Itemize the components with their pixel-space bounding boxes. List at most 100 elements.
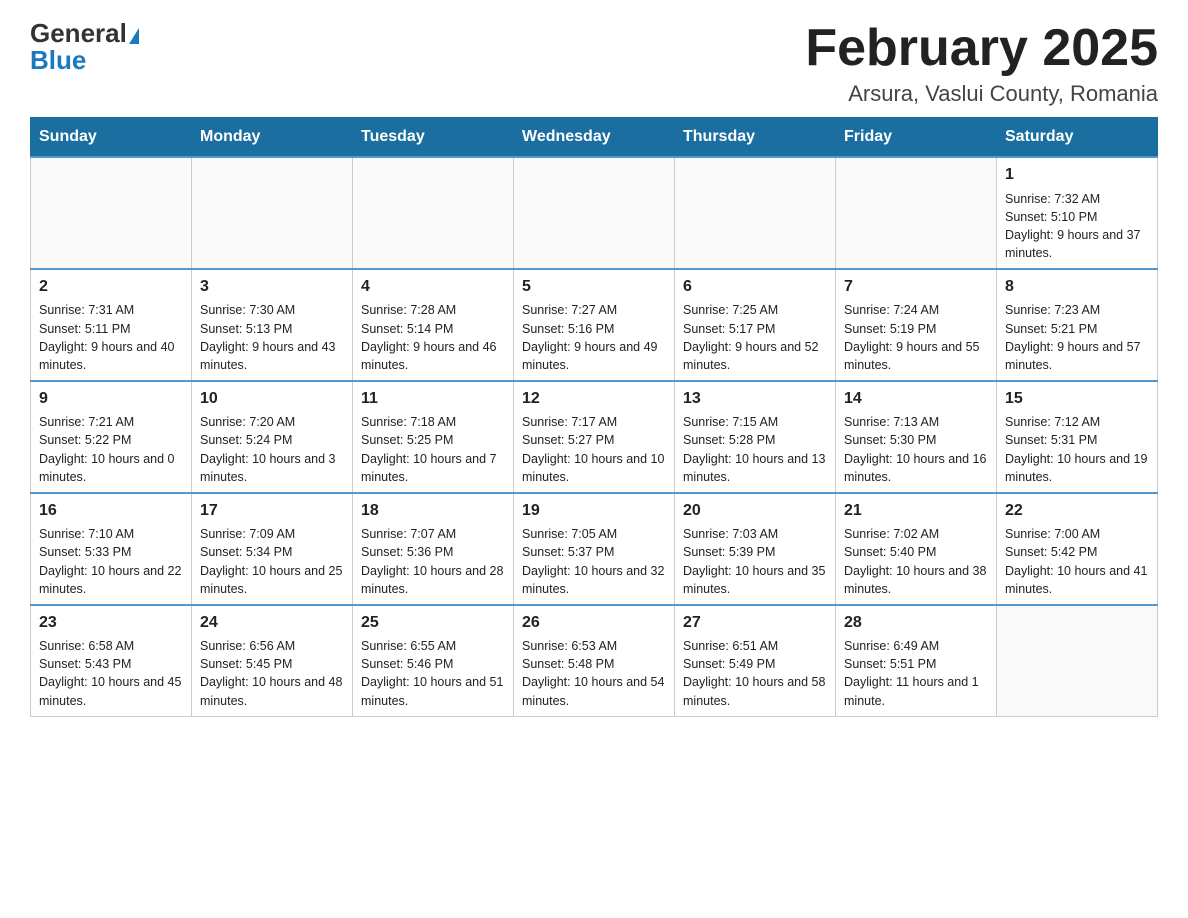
- day-number: 1: [1005, 164, 1149, 186]
- day-number: 22: [1005, 500, 1149, 522]
- day-info: Sunrise: 7:09 AM Sunset: 5:34 PM Dayligh…: [200, 525, 344, 598]
- title-block: February 2025 Arsura, Vaslui County, Rom…: [805, 20, 1158, 107]
- day-number: 26: [522, 612, 666, 634]
- day-number: 27: [683, 612, 827, 634]
- logo-general: General: [30, 18, 127, 48]
- day-number: 17: [200, 500, 344, 522]
- day-number: 10: [200, 388, 344, 410]
- calendar-cell: 28 Sunrise: 6:49 AM Sunset: 5:51 PM Dayli…: [836, 605, 997, 716]
- day-number: 21: [844, 500, 988, 522]
- calendar-cell: 27 Sunrise: 6:51 AM Sunset: 5:49 PM Dayli…: [675, 605, 836, 716]
- day-info: Sunrise: 6:49 AM Sunset: 5:51 PM Dayligh…: [844, 637, 988, 710]
- weekday-header-monday: Monday: [192, 118, 353, 158]
- day-number: 20: [683, 500, 827, 522]
- day-number: 3: [200, 276, 344, 298]
- calendar-table: SundayMondayTuesdayWednesdayThursdayFrid…: [30, 117, 1158, 716]
- day-info: Sunrise: 7:23 AM Sunset: 5:21 PM Dayligh…: [1005, 301, 1149, 374]
- weekday-header-wednesday: Wednesday: [514, 118, 675, 158]
- day-info: Sunrise: 7:02 AM Sunset: 5:40 PM Dayligh…: [844, 525, 988, 598]
- day-info: Sunrise: 7:25 AM Sunset: 5:17 PM Dayligh…: [683, 301, 827, 374]
- day-number: 18: [361, 500, 505, 522]
- weekday-header-tuesday: Tuesday: [353, 118, 514, 158]
- calendar-week-row: 16 Sunrise: 7:10 AM Sunset: 5:33 PM Dayli…: [31, 493, 1158, 605]
- day-info: Sunrise: 7:12 AM Sunset: 5:31 PM Dayligh…: [1005, 413, 1149, 486]
- day-info: Sunrise: 6:55 AM Sunset: 5:46 PM Dayligh…: [361, 637, 505, 710]
- calendar-cell: [675, 157, 836, 269]
- calendar-cell: 6 Sunrise: 7:25 AM Sunset: 5:17 PM Daylig…: [675, 269, 836, 381]
- calendar-cell: 9Sunrise: 7:21 AM Sunset: 5:22 PM Daylig…: [31, 381, 192, 493]
- day-info: Sunrise: 7:13 AM Sunset: 5:30 PM Dayligh…: [844, 413, 988, 486]
- day-info: Sunrise: 7:32 AM Sunset: 5:10 PM Dayligh…: [1005, 190, 1149, 263]
- calendar-week-row: 1 Sunrise: 7:32 AM Sunset: 5:10 PM Daylig…: [31, 157, 1158, 269]
- day-info: Sunrise: 7:21 AM Sunset: 5:22 PM Dayligh…: [39, 413, 183, 486]
- day-number: 16: [39, 500, 183, 522]
- day-number: 13: [683, 388, 827, 410]
- day-info: Sunrise: 7:03 AM Sunset: 5:39 PM Dayligh…: [683, 525, 827, 598]
- day-number: 5: [522, 276, 666, 298]
- calendar-cell: 25 Sunrise: 6:55 AM Sunset: 5:46 PM Dayli…: [353, 605, 514, 716]
- logo-blue: Blue: [30, 47, 86, 73]
- calendar-cell: 7Sunrise: 7:24 AM Sunset: 5:19 PM Daylig…: [836, 269, 997, 381]
- weekday-header-row: SundayMondayTuesdayWednesdayThursdayFrid…: [31, 118, 1158, 158]
- day-info: Sunrise: 6:51 AM Sunset: 5:49 PM Dayligh…: [683, 637, 827, 710]
- calendar-cell: 26 Sunrise: 6:53 AM Sunset: 5:48 PM Dayli…: [514, 605, 675, 716]
- day-info: Sunrise: 6:56 AM Sunset: 5:45 PM Dayligh…: [200, 637, 344, 710]
- day-number: 25: [361, 612, 505, 634]
- calendar-cell: 8 Sunrise: 7:23 AM Sunset: 5:21 PM Daylig…: [997, 269, 1158, 381]
- calendar-cell: [353, 157, 514, 269]
- calendar-cell: [997, 605, 1158, 716]
- day-info: Sunrise: 7:17 AM Sunset: 5:27 PM Dayligh…: [522, 413, 666, 486]
- calendar-cell: 13 Sunrise: 7:15 AM Sunset: 5:28 PM Dayli…: [675, 381, 836, 493]
- calendar-cell: 20 Sunrise: 7:03 AM Sunset: 5:39 PM Dayli…: [675, 493, 836, 605]
- day-number: 4: [361, 276, 505, 298]
- day-info: Sunrise: 7:30 AM Sunset: 5:13 PM Dayligh…: [200, 301, 344, 374]
- day-info: Sunrise: 7:15 AM Sunset: 5:28 PM Dayligh…: [683, 413, 827, 486]
- page-header: General Blue February 2025 Arsura, Vaslu…: [30, 20, 1158, 107]
- location: Arsura, Vaslui County, Romania: [805, 81, 1158, 107]
- calendar-cell: 23Sunrise: 6:58 AM Sunset: 5:43 PM Dayli…: [31, 605, 192, 716]
- day-info: Sunrise: 7:05 AM Sunset: 5:37 PM Dayligh…: [522, 525, 666, 598]
- calendar-cell: 11Sunrise: 7:18 AM Sunset: 5:25 PM Dayli…: [353, 381, 514, 493]
- day-info: Sunrise: 7:10 AM Sunset: 5:33 PM Dayligh…: [39, 525, 183, 598]
- calendar-week-row: 9Sunrise: 7:21 AM Sunset: 5:22 PM Daylig…: [31, 381, 1158, 493]
- day-number: 23: [39, 612, 183, 634]
- day-info: Sunrise: 7:27 AM Sunset: 5:16 PM Dayligh…: [522, 301, 666, 374]
- calendar-cell: 5 Sunrise: 7:27 AM Sunset: 5:16 PM Daylig…: [514, 269, 675, 381]
- weekday-header-friday: Friday: [836, 118, 997, 158]
- day-number: 12: [522, 388, 666, 410]
- day-info: Sunrise: 7:28 AM Sunset: 5:14 PM Dayligh…: [361, 301, 505, 374]
- day-info: Sunrise: 7:18 AM Sunset: 5:25 PM Dayligh…: [361, 413, 505, 486]
- day-number: 7: [844, 276, 988, 298]
- calendar-cell: [31, 157, 192, 269]
- calendar-cell: [514, 157, 675, 269]
- day-number: 14: [844, 388, 988, 410]
- day-number: 24: [200, 612, 344, 634]
- calendar-week-row: 2Sunrise: 7:31 AM Sunset: 5:11 PM Daylig…: [31, 269, 1158, 381]
- calendar-cell: 17 Sunrise: 7:09 AM Sunset: 5:34 PM Dayli…: [192, 493, 353, 605]
- calendar-cell: 15 Sunrise: 7:12 AM Sunset: 5:31 PM Dayli…: [997, 381, 1158, 493]
- calendar-cell: 16 Sunrise: 7:10 AM Sunset: 5:33 PM Dayli…: [31, 493, 192, 605]
- calendar-cell: 24 Sunrise: 6:56 AM Sunset: 5:45 PM Dayli…: [192, 605, 353, 716]
- weekday-header-sunday: Sunday: [31, 118, 192, 158]
- logo-text: General: [30, 20, 139, 47]
- calendar-week-row: 23Sunrise: 6:58 AM Sunset: 5:43 PM Dayli…: [31, 605, 1158, 716]
- calendar-cell: 22 Sunrise: 7:00 AM Sunset: 5:42 PM Dayli…: [997, 493, 1158, 605]
- calendar-cell: 19Sunrise: 7:05 AM Sunset: 5:37 PM Dayli…: [514, 493, 675, 605]
- calendar-cell: 14 Sunrise: 7:13 AM Sunset: 5:30 PM Dayli…: [836, 381, 997, 493]
- day-number: 6: [683, 276, 827, 298]
- day-info: Sunrise: 6:53 AM Sunset: 5:48 PM Dayligh…: [522, 637, 666, 710]
- calendar-cell: 1 Sunrise: 7:32 AM Sunset: 5:10 PM Daylig…: [997, 157, 1158, 269]
- calendar-cell: 10 Sunrise: 7:20 AM Sunset: 5:24 PM Dayli…: [192, 381, 353, 493]
- day-info: Sunrise: 7:20 AM Sunset: 5:24 PM Dayligh…: [200, 413, 344, 486]
- day-number: 2: [39, 276, 183, 298]
- calendar-cell: 3 Sunrise: 7:30 AM Sunset: 5:13 PM Daylig…: [192, 269, 353, 381]
- month-title: February 2025: [805, 20, 1158, 77]
- day-info: Sunrise: 7:00 AM Sunset: 5:42 PM Dayligh…: [1005, 525, 1149, 598]
- day-number: 28: [844, 612, 988, 634]
- logo-triangle-icon: [129, 28, 139, 44]
- day-number: 15: [1005, 388, 1149, 410]
- calendar-cell: 2Sunrise: 7:31 AM Sunset: 5:11 PM Daylig…: [31, 269, 192, 381]
- weekday-header-thursday: Thursday: [675, 118, 836, 158]
- day-number: 8: [1005, 276, 1149, 298]
- calendar-cell: [192, 157, 353, 269]
